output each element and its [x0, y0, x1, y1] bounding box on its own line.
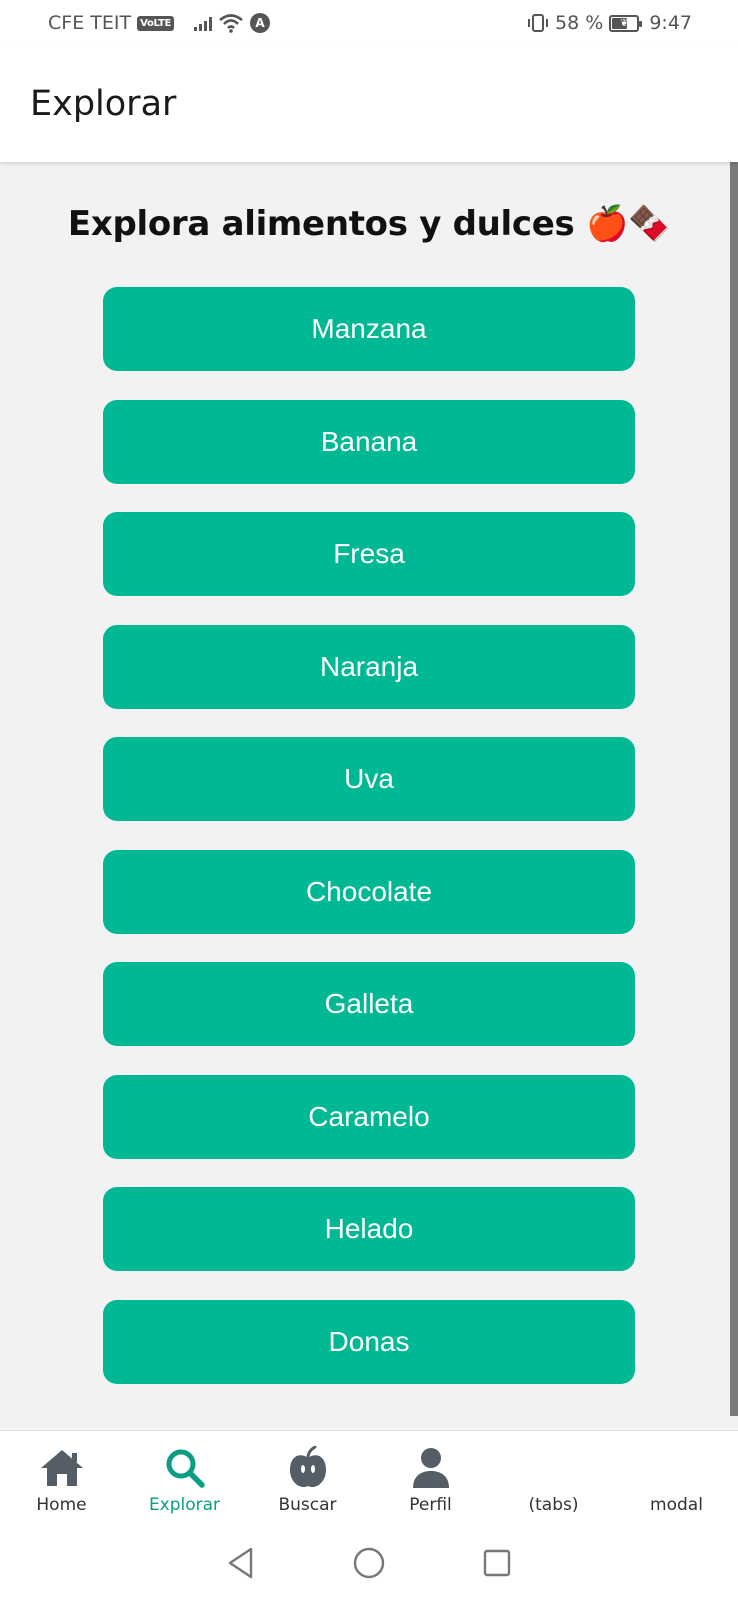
volte-badge: VoLTE — [137, 15, 174, 31]
status-bar: CFE TEIT VoLTE A 58 % ❦ 9:47 — [0, 0, 738, 46]
signal-icon — [194, 15, 212, 31]
food-button-helado[interactable]: Helado — [103, 1187, 635, 1271]
tab-explorar[interactable]: Explorar — [123, 1445, 246, 1515]
recents-icon[interactable] — [482, 1548, 512, 1578]
leaf-icon: ❦ — [620, 17, 629, 29]
scrollbar[interactable] — [730, 162, 738, 1416]
vibrate-icon — [528, 14, 549, 32]
food-button-fresa[interactable]: Fresa — [103, 512, 635, 596]
tab-perfil[interactable]: Perfil — [369, 1445, 492, 1515]
tab-label-home: Home — [36, 1495, 87, 1515]
wifi-icon — [219, 14, 243, 33]
tab-buscar[interactable]: Buscar — [246, 1445, 369, 1515]
food-button-manzana[interactable]: Manzana — [103, 287, 635, 371]
system-nav-bar — [0, 1526, 738, 1600]
back-icon[interactable] — [226, 1546, 256, 1580]
search-icon — [166, 1449, 205, 1488]
tab-tabs[interactable]: (tabs) — [492, 1445, 615, 1515]
person-icon — [412, 1448, 449, 1488]
page-title: Explorar — [30, 84, 177, 124]
app-notification-icon: A — [250, 13, 270, 33]
carrier-name: CFE TEIT — [48, 12, 132, 34]
app-screen: CFE TEIT VoLTE A 58 % ❦ 9:47 Explorar Ex… — [0, 0, 738, 1600]
bottom-tab-bar: Home Explorar Buscar Perfil (tabs) modal — [0, 1430, 738, 1526]
tab-label-modal: modal — [650, 1495, 703, 1515]
home-icon — [40, 1450, 83, 1486]
main-content[interactable]: Explora alimentos y dulces 🍎🍫 Manzana Ba… — [0, 162, 738, 1430]
home-circle-icon[interactable] — [352, 1546, 386, 1580]
tab-home[interactable]: Home — [0, 1445, 123, 1515]
food-button-galleta[interactable]: Galleta — [103, 962, 635, 1046]
food-button-donas[interactable]: Donas — [103, 1299, 635, 1384]
food-button-uva[interactable]: Uva — [103, 737, 635, 821]
section-heading: Explora alimentos y dulces 🍎🍫 — [67, 204, 671, 244]
battery-icon: ❦ — [609, 14, 643, 32]
apple-icon — [289, 1446, 326, 1488]
food-button-naranja[interactable]: Naranja — [103, 624, 635, 709]
clock: 9:47 — [649, 12, 692, 34]
tab-label-perfil: Perfil — [409, 1495, 452, 1515]
app-header: Explorar — [0, 46, 738, 162]
food-button-caramelo[interactable]: Caramelo — [103, 1074, 635, 1159]
food-button-list: Manzana Banana Fresa Naranja Uva Chocola… — [103, 287, 635, 1384]
status-right: 58 % ❦ 9:47 — [527, 12, 692, 34]
tab-modal[interactable]: modal — [615, 1445, 738, 1515]
tab-label-explorar: Explorar — [148, 1495, 221, 1515]
battery-percent: 58 % — [555, 12, 604, 34]
tab-label-tabs: (tabs) — [528, 1495, 579, 1515]
status-left: CFE TEIT VoLTE A — [48, 12, 270, 34]
food-button-banana[interactable]: Banana — [103, 399, 635, 484]
tab-label-buscar: Buscar — [278, 1495, 337, 1515]
food-button-chocolate[interactable]: Chocolate — [103, 849, 635, 934]
